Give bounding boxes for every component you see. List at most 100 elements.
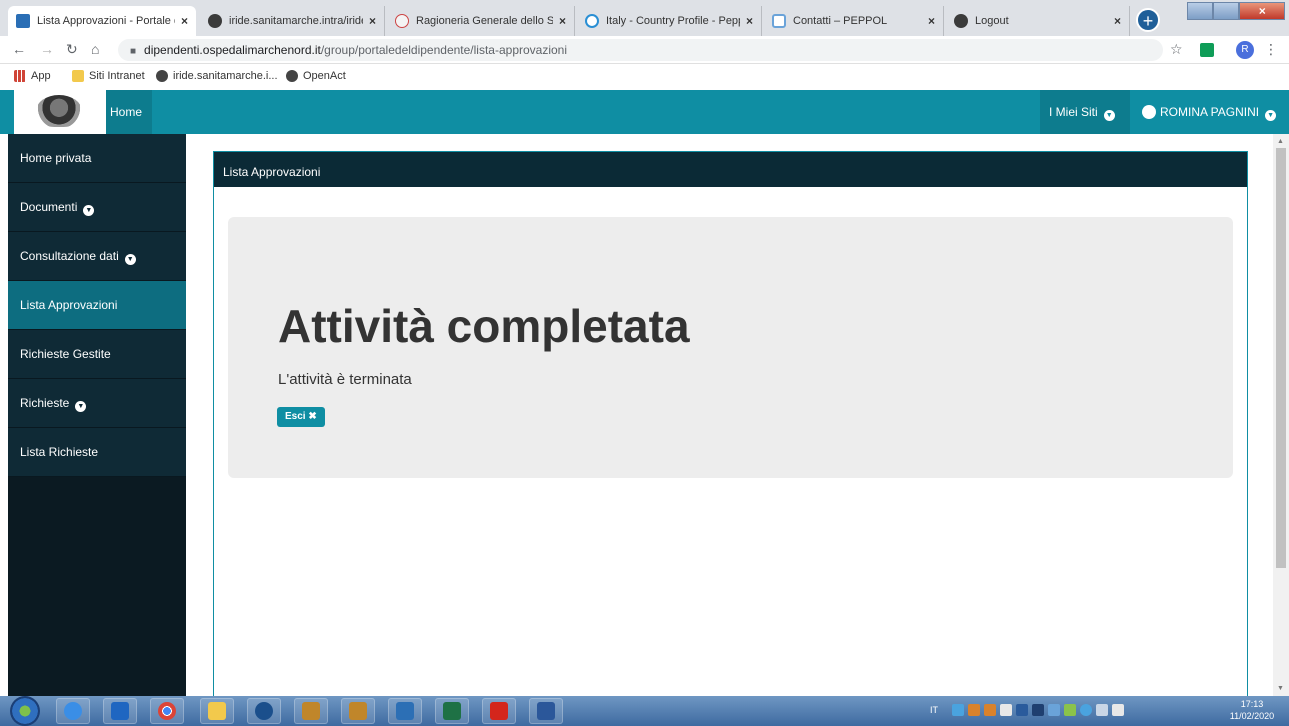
menu-kebab-icon[interactable]: ⋮ [1264, 41, 1278, 58]
tray-icon[interactable] [984, 704, 996, 716]
tab-close-icon[interactable]: × [369, 14, 376, 28]
bookmark-star-icon[interactable]: ☆ [1170, 41, 1183, 58]
taskbar-chrome[interactable] [150, 698, 184, 724]
lock-icon: ■ [130, 46, 137, 57]
sidebar-item-home-privata[interactable]: Home privata [8, 134, 186, 183]
bookmark-label: iride.sanitamarche.i... [173, 70, 278, 82]
outlook-icon [111, 702, 129, 720]
tray-icon[interactable] [1096, 704, 1108, 716]
sidebar-item-richieste[interactable]: Richieste ▼ [8, 379, 186, 428]
bookmark-apps[interactable]: App [14, 70, 51, 82]
browser-tab[interactable]: Logout × [946, 6, 1130, 36]
tab-close-icon[interactable]: × [1114, 14, 1121, 28]
bookmark-siti-intranet[interactable]: Siti Intranet [72, 70, 145, 82]
rgs-favicon-icon [395, 14, 409, 28]
my-sites-menu[interactable]: I Miei Siti ▼ [1040, 90, 1130, 134]
tab-close-icon[interactable]: × [559, 14, 566, 28]
taskbar-word[interactable] [529, 698, 563, 724]
taskbar-id-app[interactable] [294, 698, 328, 724]
bookmark-label: Siti Intranet [89, 70, 145, 82]
browser-tab[interactable]: Contatti – PEPPOL × [764, 6, 944, 36]
globe-icon [286, 70, 298, 82]
back-arrow-icon[interactable]: ← [12, 41, 26, 57]
chevron-down-icon: ▼ [124, 254, 136, 265]
folder-icon [208, 702, 226, 720]
forward-arrow-icon[interactable]: → [40, 41, 54, 57]
sidebar-item-richieste-gestite[interactable]: Richieste Gestite [8, 330, 186, 379]
clock-time: 17:13 [1240, 699, 1264, 709]
bookmark-iride[interactable]: iride.sanitamarche.i... [156, 70, 278, 82]
window-controls: × [1187, 2, 1285, 20]
portal-logo[interactable] [14, 90, 106, 134]
profile-avatar[interactable]: R [1236, 41, 1254, 59]
browser-tab[interactable]: iride.sanitamarche.intra/iride/ × [200, 6, 385, 36]
new-tab-button[interactable]: + [1136, 8, 1160, 32]
tab-close-icon[interactable]: × [928, 14, 935, 28]
home-link[interactable]: Home [106, 90, 152, 134]
sidebar-item-label: Richieste [20, 396, 70, 410]
excel-icon [443, 702, 461, 720]
exit-button[interactable]: Esci ✖ [277, 407, 325, 427]
taskbar-clock[interactable]: 17:13 11/02/2020 [1222, 698, 1282, 722]
sidebar-item-label: Lista Approvazioni [20, 298, 118, 312]
taskbar-outlook[interactable] [103, 698, 137, 724]
liferay-favicon-icon [16, 14, 30, 28]
maximize-button[interactable] [1213, 2, 1240, 20]
tray-icon[interactable] [1016, 704, 1028, 716]
taskbar-app-2[interactable] [388, 698, 422, 724]
bookmark-openact[interactable]: OpenAct [286, 70, 346, 82]
id-app-icon [349, 702, 367, 720]
page-scrollbar[interactable]: ▲ ▼ [1273, 134, 1289, 696]
sidebar-item-label: Consultazione dati [20, 249, 119, 263]
reload-icon[interactable]: ↻ [66, 41, 78, 58]
home-icon[interactable]: ⌂ [91, 41, 99, 57]
network-icon[interactable] [1080, 704, 1092, 716]
scroll-thumb[interactable] [1276, 148, 1286, 568]
tray-icon[interactable] [952, 704, 964, 716]
start-button[interactable] [10, 696, 40, 726]
url-field[interactable]: ■ dipendenti.ospedalimarchenord.it/group/… [118, 39, 1163, 61]
bookmark-label: App [31, 70, 51, 82]
chevron-down-icon: ▼ [75, 401, 87, 412]
browser-tab[interactable]: Italy - Country Profile - Peppo × [577, 6, 762, 36]
sidebar-item-documenti[interactable]: Documenti ▼ [8, 183, 186, 232]
volume-icon[interactable] [1112, 704, 1124, 716]
tray-icon[interactable] [1048, 704, 1060, 716]
browser-tab[interactable]: Lista Approvazioni - Portale d × [8, 6, 196, 36]
sidebar-item-label: Richieste Gestite [20, 347, 111, 361]
address-bar-row: ← → ↻ ⌂ ■ dipendenti.ospedalimarchenord.i… [0, 36, 1289, 64]
browser-tab[interactable]: Ragioneria Generale dello Sta × [387, 6, 575, 36]
close-window-button[interactable]: × [1239, 2, 1285, 20]
taskbar-explorer[interactable] [200, 698, 234, 724]
sidebar-item-consultazione-dati[interactable]: Consultazione dati ▼ [8, 232, 186, 281]
tray-icon[interactable] [1032, 704, 1044, 716]
tray-icon[interactable] [968, 704, 980, 716]
user-menu[interactable]: ROMINA PAGNINI ▼ [1132, 90, 1289, 134]
taskbar-app[interactable] [247, 698, 281, 724]
language-indicator[interactable]: IT [930, 705, 938, 715]
sidebar-item-lista-richieste[interactable]: Lista Richieste [8, 428, 186, 477]
tray-icon[interactable] [1000, 704, 1012, 716]
approvals-panel: Lista Approvazioni Attività completata L… [213, 151, 1248, 711]
tab-close-icon[interactable]: × [181, 14, 188, 28]
tab-title: iride.sanitamarche.intra/iride/ [229, 15, 363, 27]
id-app-icon [302, 702, 320, 720]
tab-title: Lista Approvazioni - Portale d [37, 15, 175, 27]
taskbar-excel[interactable] [435, 698, 469, 724]
extension-icon[interactable] [1200, 43, 1214, 57]
taskbar-id-app[interactable] [341, 698, 375, 724]
tab-close-icon[interactable]: × [746, 14, 753, 28]
scroll-down-icon[interactable]: ▼ [1277, 685, 1284, 692]
sidebar-item-lista-approvazioni[interactable]: Lista Approvazioni [8, 281, 186, 330]
tray-icon[interactable] [1064, 704, 1076, 716]
sidebar-nav: Home privata Documenti ▼ Consultazione da… [8, 134, 186, 696]
portal-header: Home I Miei Siti ▼ ROMINA PAGNINI ▼ [0, 90, 1289, 134]
taskbar-ie[interactable] [56, 698, 90, 724]
taskbar-acrobat[interactable] [482, 698, 516, 724]
scroll-up-icon[interactable]: ▲ [1277, 138, 1284, 145]
minimize-button[interactable] [1187, 2, 1214, 20]
url-host: dipendenti.ospedalimarchenord.it [144, 43, 321, 57]
chevron-down-icon: ▼ [1265, 110, 1277, 121]
folder-icon [72, 70, 84, 82]
clock-date: 11/02/2020 [1229, 711, 1275, 721]
